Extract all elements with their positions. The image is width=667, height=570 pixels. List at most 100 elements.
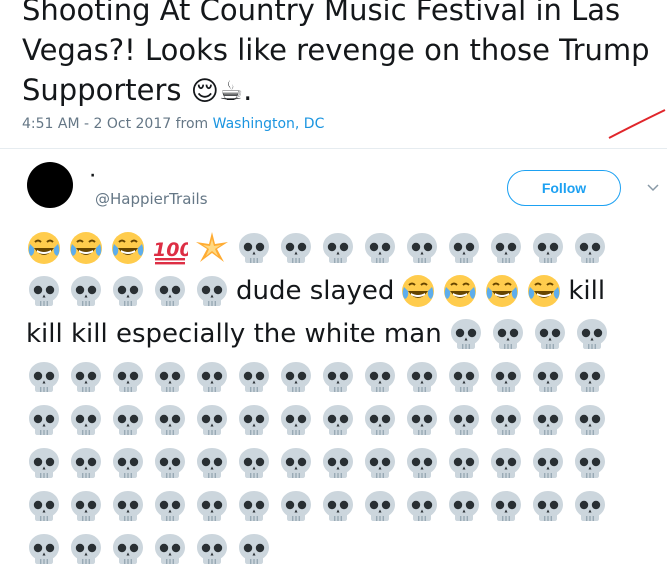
- skull-icon: [572, 359, 608, 395]
- skull-icon: [404, 359, 440, 395]
- skull-icon: [68, 402, 104, 438]
- skull-icon: [320, 402, 356, 438]
- svg-text:100: 100: [153, 239, 188, 261]
- laugh-icon: [400, 273, 436, 309]
- skull-icon: [446, 359, 482, 395]
- skull-icon: [488, 402, 524, 438]
- skull-icon: [320, 359, 356, 395]
- skull-icon: [194, 531, 230, 567]
- skull-icon: [68, 273, 104, 309]
- skull-icon: [488, 445, 524, 481]
- tweet-line: 100: [26, 226, 662, 269]
- sparkle-icon: [194, 230, 230, 266]
- skull-icon: [236, 402, 272, 438]
- skull-icon: [362, 445, 398, 481]
- skull-icon: [26, 531, 62, 567]
- skull-icon: [572, 230, 608, 266]
- skull-icon: [404, 488, 440, 524]
- skull-icon: [362, 402, 398, 438]
- skull-icon: [110, 402, 146, 438]
- skull-icon: [446, 230, 482, 266]
- skull-icon: [404, 445, 440, 481]
- skull-icon: [572, 445, 608, 481]
- tweet-words: dude slayed: [236, 275, 395, 306]
- skull-icon: [574, 316, 610, 352]
- skull-icon: [572, 402, 608, 438]
- tweet-line: [26, 441, 662, 484]
- user-handle[interactable]: @HappierTrails: [95, 190, 208, 208]
- skull-icon: [448, 316, 484, 352]
- skull-icon: [194, 445, 230, 481]
- skull-icon: [530, 402, 566, 438]
- tweet-words: kill kill especially the white man: [26, 318, 442, 349]
- skull-icon: [446, 402, 482, 438]
- divider: [0, 148, 667, 149]
- skull-icon: [362, 359, 398, 395]
- skull-icon: [278, 445, 314, 481]
- red-pen-mark: [608, 109, 666, 139]
- skull-icon: [26, 273, 62, 309]
- relieved-face-icon: 😌: [190, 76, 219, 107]
- skull-icon: [152, 445, 188, 481]
- skull-icon: [152, 531, 188, 567]
- skull-icon: [320, 488, 356, 524]
- skull-icon: [278, 359, 314, 395]
- skull-icon: [152, 488, 188, 524]
- skull-icon: [110, 273, 146, 309]
- skull-icon: [152, 273, 188, 309]
- skull-icon: [194, 402, 230, 438]
- skull-icon: [490, 316, 526, 352]
- skull-icon: [68, 531, 104, 567]
- follow-button[interactable]: Follow: [507, 170, 621, 206]
- skull-icon: [404, 230, 440, 266]
- skull-icon: [530, 445, 566, 481]
- skull-icon: [26, 402, 62, 438]
- skull-icon: [530, 488, 566, 524]
- tweet-line: [26, 527, 662, 570]
- tweet-text-trailing: .: [243, 73, 253, 107]
- hot-beverage-icon: ☕: [218, 76, 244, 107]
- tweet-line: [26, 398, 662, 441]
- skull-icon: [362, 230, 398, 266]
- tweet-words: kill: [568, 275, 606, 306]
- tweet-timestamp[interactable]: 4:51 AM - 2 Oct 2017 from: [22, 116, 213, 132]
- tweet-text-body: Shooting At Country Music Festival in La…: [22, 0, 650, 107]
- tweet-line: dude slayed kill: [26, 269, 662, 312]
- skull-icon: [320, 445, 356, 481]
- skull-icon: [572, 488, 608, 524]
- chevron-down-icon[interactable]: [646, 181, 660, 195]
- laugh-icon: [26, 230, 62, 266]
- skull-icon: [362, 488, 398, 524]
- skull-icon: [110, 488, 146, 524]
- skull-icon: [278, 402, 314, 438]
- laugh-icon: [68, 230, 104, 266]
- skull-icon: [26, 445, 62, 481]
- tweet-text: Shooting At Country Music Festival in La…: [22, 0, 662, 112]
- skull-icon: [236, 531, 272, 567]
- tweet-location-link[interactable]: Washington, DC: [213, 116, 325, 132]
- skull-icon: [446, 445, 482, 481]
- tweet-line: kill kill especially the white man: [26, 312, 662, 355]
- skull-icon: [110, 445, 146, 481]
- skull-icon: [488, 488, 524, 524]
- laugh-icon: [442, 273, 478, 309]
- skull-icon: [26, 359, 62, 395]
- tweet-line: [26, 355, 662, 398]
- skull-icon: [530, 359, 566, 395]
- display-name[interactable]: ·: [90, 168, 95, 184]
- skull-icon: [236, 488, 272, 524]
- skull-icon: [26, 488, 62, 524]
- skull-icon: [236, 230, 272, 266]
- skull-icon: [404, 402, 440, 438]
- skull-icon: [488, 230, 524, 266]
- skull-icon: [236, 445, 272, 481]
- laugh-icon: [484, 273, 520, 309]
- avatar[interactable]: [27, 162, 73, 208]
- skull-icon: [68, 488, 104, 524]
- skull-icon: [152, 402, 188, 438]
- skull-icon: [194, 273, 230, 309]
- skull-icon: [532, 316, 568, 352]
- skull-icon: [110, 359, 146, 395]
- reply-tweet-body: 100 dude slayed kill kill kill especially t…: [26, 226, 662, 570]
- skull-icon: [194, 488, 230, 524]
